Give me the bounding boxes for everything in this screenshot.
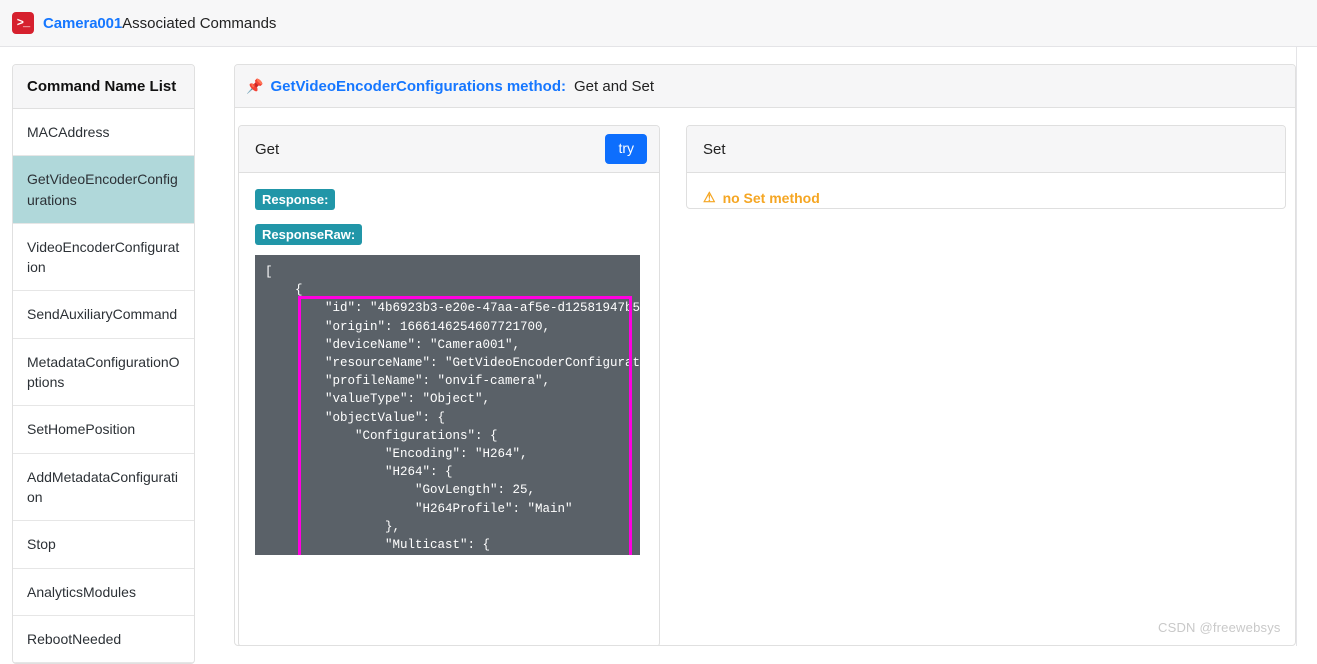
method-kind-label: Get and Set	[574, 78, 654, 95]
command-name-list-panel: Command Name List MACAddressGetVideoEnco…	[12, 64, 195, 664]
no-set-method-text: no Set method	[723, 190, 820, 206]
method-detail-card: 📌 GetVideoEncoderConfigurations method: …	[234, 64, 1296, 646]
top-header-inner: >_ Camera001 Associated Commands	[0, 12, 276, 34]
no-set-method-message: ⚠ no Set method	[703, 189, 1269, 206]
sidebar-item-rebootneeded[interactable]: RebootNeeded	[13, 616, 194, 663]
response-raw-tag: ResponseRaw:	[255, 224, 362, 245]
content-right-divider	[1296, 47, 1297, 646]
device-name-link[interactable]: Camera001	[43, 15, 122, 32]
sidebar-item-addmetadataconfiguration[interactable]: AddMetadataConfiguration	[13, 454, 194, 522]
set-panel-title: Set	[703, 141, 726, 158]
sidebar-item-getvideoencoderconfigurations[interactable]: GetVideoEncoderConfigurations	[13, 156, 194, 224]
get-panel-header: Get try	[239, 126, 659, 173]
method-detail-header: 📌 GetVideoEncoderConfigurations method: …	[235, 65, 1295, 108]
watermark-label: CSDN @freewebsys	[1158, 620, 1281, 635]
sidebar-item-stop[interactable]: Stop	[13, 521, 194, 568]
pushpin-icon: 📌	[246, 79, 263, 93]
terminal-icon: >_	[12, 12, 34, 34]
page-shell: Command Name List MACAddressGetVideoEnco…	[0, 47, 1317, 646]
get-panel-title: Get	[255, 141, 279, 158]
sidebar-item-sethomeposition[interactable]: SetHomePosition	[13, 406, 194, 453]
try-button[interactable]: try	[605, 134, 647, 164]
sidebar-item-metadataconfigurationoptions[interactable]: MetadataConfigurationOptions	[13, 339, 194, 407]
set-panel-body: ⚠ no Set method	[687, 173, 1285, 209]
response-tag: Response:	[255, 189, 335, 210]
set-panel-header: Set	[687, 126, 1285, 173]
sidebar-item-analyticsmodules[interactable]: AnalyticsModules	[13, 569, 194, 616]
page-subtitle: Associated Commands	[122, 15, 276, 32]
sidebar-item-macaddress[interactable]: MACAddress	[13, 109, 194, 156]
command-name-list-header: Command Name List	[13, 65, 194, 109]
get-panel-body: Response: ResponseRaw: [ { "id": "4b6923…	[239, 173, 659, 571]
panels-region: Get try Response: ResponseRaw: [ { "id":…	[235, 109, 1296, 646]
response-raw-code-block[interactable]: [ { "id": "4b6923b3-e20e-47aa-af5e-d1258…	[255, 255, 640, 555]
response-raw-code-text: [ { "id": "4b6923b3-e20e-47aa-af5e-d1258…	[255, 255, 640, 555]
warning-triangle-icon: ⚠	[703, 189, 716, 206]
set-panel: Set ⚠ no Set method	[686, 125, 1286, 209]
top-header-bar: >_ Camera001 Associated Commands	[0, 0, 1317, 47]
sidebar-item-videoencoderconfiguration[interactable]: VideoEncoderConfiguration	[13, 224, 194, 292]
get-panel: Get try Response: ResponseRaw: [ { "id":…	[238, 125, 660, 646]
sidebar-item-sendauxiliarycommand[interactable]: SendAuxiliaryCommand	[13, 291, 194, 338]
command-name-list: MACAddressGetVideoEncoderConfigurationsV…	[13, 109, 194, 663]
method-name-label: GetVideoEncoderConfigurations method:	[270, 78, 566, 95]
